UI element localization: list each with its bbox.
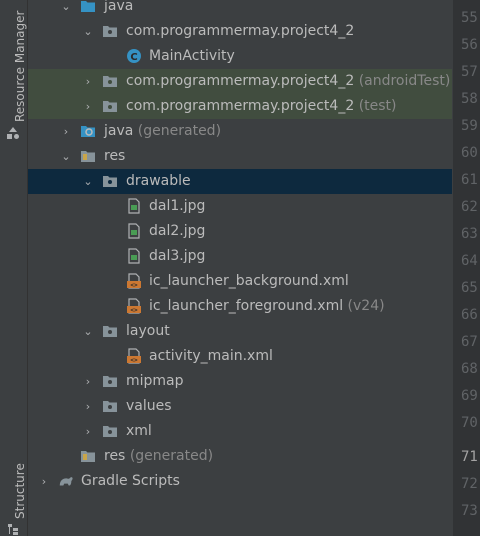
line-number: 57 <box>461 64 478 80</box>
folder-icon <box>103 376 117 387</box>
tree-item-xml[interactable]: › xml <box>28 419 452 444</box>
image-file-icon <box>128 223 140 239</box>
folder-icon <box>103 401 117 412</box>
line-number: 67 <box>461 334 478 350</box>
tree-item-drawable[interactable]: ⌄ drawable <box>28 169 452 194</box>
folder-icon <box>103 176 117 187</box>
tree-item-package-main[interactable]: ⌄ com.programmermay.project4_2 <box>28 19 452 44</box>
tree-item-java-generated[interactable]: › java (generated) <box>28 119 452 144</box>
image-file-icon <box>128 248 140 264</box>
tree-item-ic-launcher-background[interactable]: <> ic_launcher_background.xml <box>28 269 452 294</box>
tree-item-dal3[interactable]: dal3.jpg <box>28 244 452 269</box>
xml-file-icon: <> <box>127 348 141 364</box>
svg-text:<>: <> <box>130 282 138 289</box>
resource-manager-icon <box>7 127 19 139</box>
line-number: 55 <box>461 10 478 26</box>
tree-item-values[interactable]: › values <box>28 394 452 419</box>
line-number: 69 <box>461 388 478 404</box>
structure-label: Structure <box>13 463 27 519</box>
line-number: 70 <box>461 415 478 431</box>
line-number: 56 <box>461 37 478 53</box>
tree-item-dal1[interactable]: dal1.jpg <box>28 194 452 219</box>
chevron-down-icon[interactable]: ⌄ <box>58 0 74 19</box>
svg-text:<>: <> <box>130 357 138 364</box>
generated-folder-icon <box>81 126 95 137</box>
chevron-right-icon[interactable]: › <box>36 469 52 494</box>
tree-item-java[interactable]: ⌄ java <box>28 0 452 19</box>
line-number: 64 <box>461 253 478 269</box>
tree-item-res-generated[interactable]: res (generated) <box>28 444 452 469</box>
line-number: 72 <box>461 476 478 492</box>
resource-manager-tab[interactable]: Resource Manager <box>1 0 27 150</box>
xml-file-icon: <> <box>127 298 141 314</box>
svg-text:C: C <box>130 52 137 63</box>
tree-item-gradle-scripts[interactable]: › Gradle Scripts <box>28 469 452 494</box>
gradle-icon <box>59 477 73 486</box>
chevron-right-icon[interactable]: › <box>80 394 96 419</box>
line-number: 73 <box>461 503 478 519</box>
resource-folder-icon <box>81 451 95 462</box>
left-tool-strip: Resource Manager Structure <box>0 0 28 536</box>
tree-item-layout[interactable]: ⌄ layout <box>28 319 452 344</box>
chevron-right-icon[interactable]: › <box>80 369 96 394</box>
project-tree: ⌄ java ⌄ com.programmermay.project4_2 C … <box>28 0 452 536</box>
chevron-right-icon[interactable]: › <box>80 419 96 444</box>
line-number: 58 <box>461 91 478 107</box>
tree-item-package-test[interactable]: › com.programmermay.project4_2 (test) <box>28 94 452 119</box>
line-number: 60 <box>461 145 478 161</box>
source-folder-icon <box>81 1 95 12</box>
tree-item-mipmap[interactable]: › mipmap <box>28 369 452 394</box>
line-number-current: 71 <box>461 449 478 465</box>
tree-item-activity-main[interactable]: <> activity_main.xml <box>28 344 452 369</box>
svg-text:<>: <> <box>130 307 138 314</box>
xml-file-icon: <> <box>127 273 141 289</box>
editor-gutter: 55 56 57 58 59 60 61 62 63 64 65 66 67 6… <box>452 0 480 536</box>
resource-folder-icon <box>81 151 95 162</box>
chevron-down-icon[interactable]: ⌄ <box>58 144 74 169</box>
line-number: 65 <box>461 280 478 296</box>
line-number: 61 <box>461 172 478 188</box>
class-icon: C <box>127 49 141 63</box>
folder-icon <box>103 326 117 337</box>
structure-tab[interactable]: Structure <box>1 455 27 536</box>
chevron-right-icon[interactable]: › <box>80 94 96 119</box>
line-number: 59 <box>461 118 478 134</box>
tree-item-res[interactable]: ⌄ res <box>28 144 452 169</box>
tree-item-main-activity[interactable]: C MainActivity <box>28 44 452 69</box>
resource-manager-label: Resource Manager <box>13 10 27 122</box>
package-icon <box>103 101 117 112</box>
folder-icon <box>103 426 117 437</box>
line-number: 62 <box>461 199 478 215</box>
tree-item-package-android-test[interactable]: › com.programmermay.project4_2 (androidT… <box>28 69 452 94</box>
tree-item-ic-launcher-foreground[interactable]: <> ic_launcher_foreground.xml (v24) <box>28 294 452 319</box>
image-file-icon <box>128 198 140 214</box>
structure-icon <box>8 524 18 535</box>
package-icon <box>103 26 117 37</box>
chevron-down-icon[interactable]: ⌄ <box>80 169 96 194</box>
chevron-down-icon[interactable]: ⌄ <box>80 319 96 344</box>
chevron-down-icon[interactable]: ⌄ <box>80 19 96 44</box>
line-number: 68 <box>461 361 478 377</box>
chevron-right-icon[interactable]: › <box>80 69 96 94</box>
chevron-right-icon[interactable]: › <box>58 119 74 144</box>
line-number: 66 <box>461 307 478 323</box>
tree-item-dal2[interactable]: dal2.jpg <box>28 219 452 244</box>
package-icon <box>103 76 117 87</box>
line-number: 63 <box>461 226 478 242</box>
